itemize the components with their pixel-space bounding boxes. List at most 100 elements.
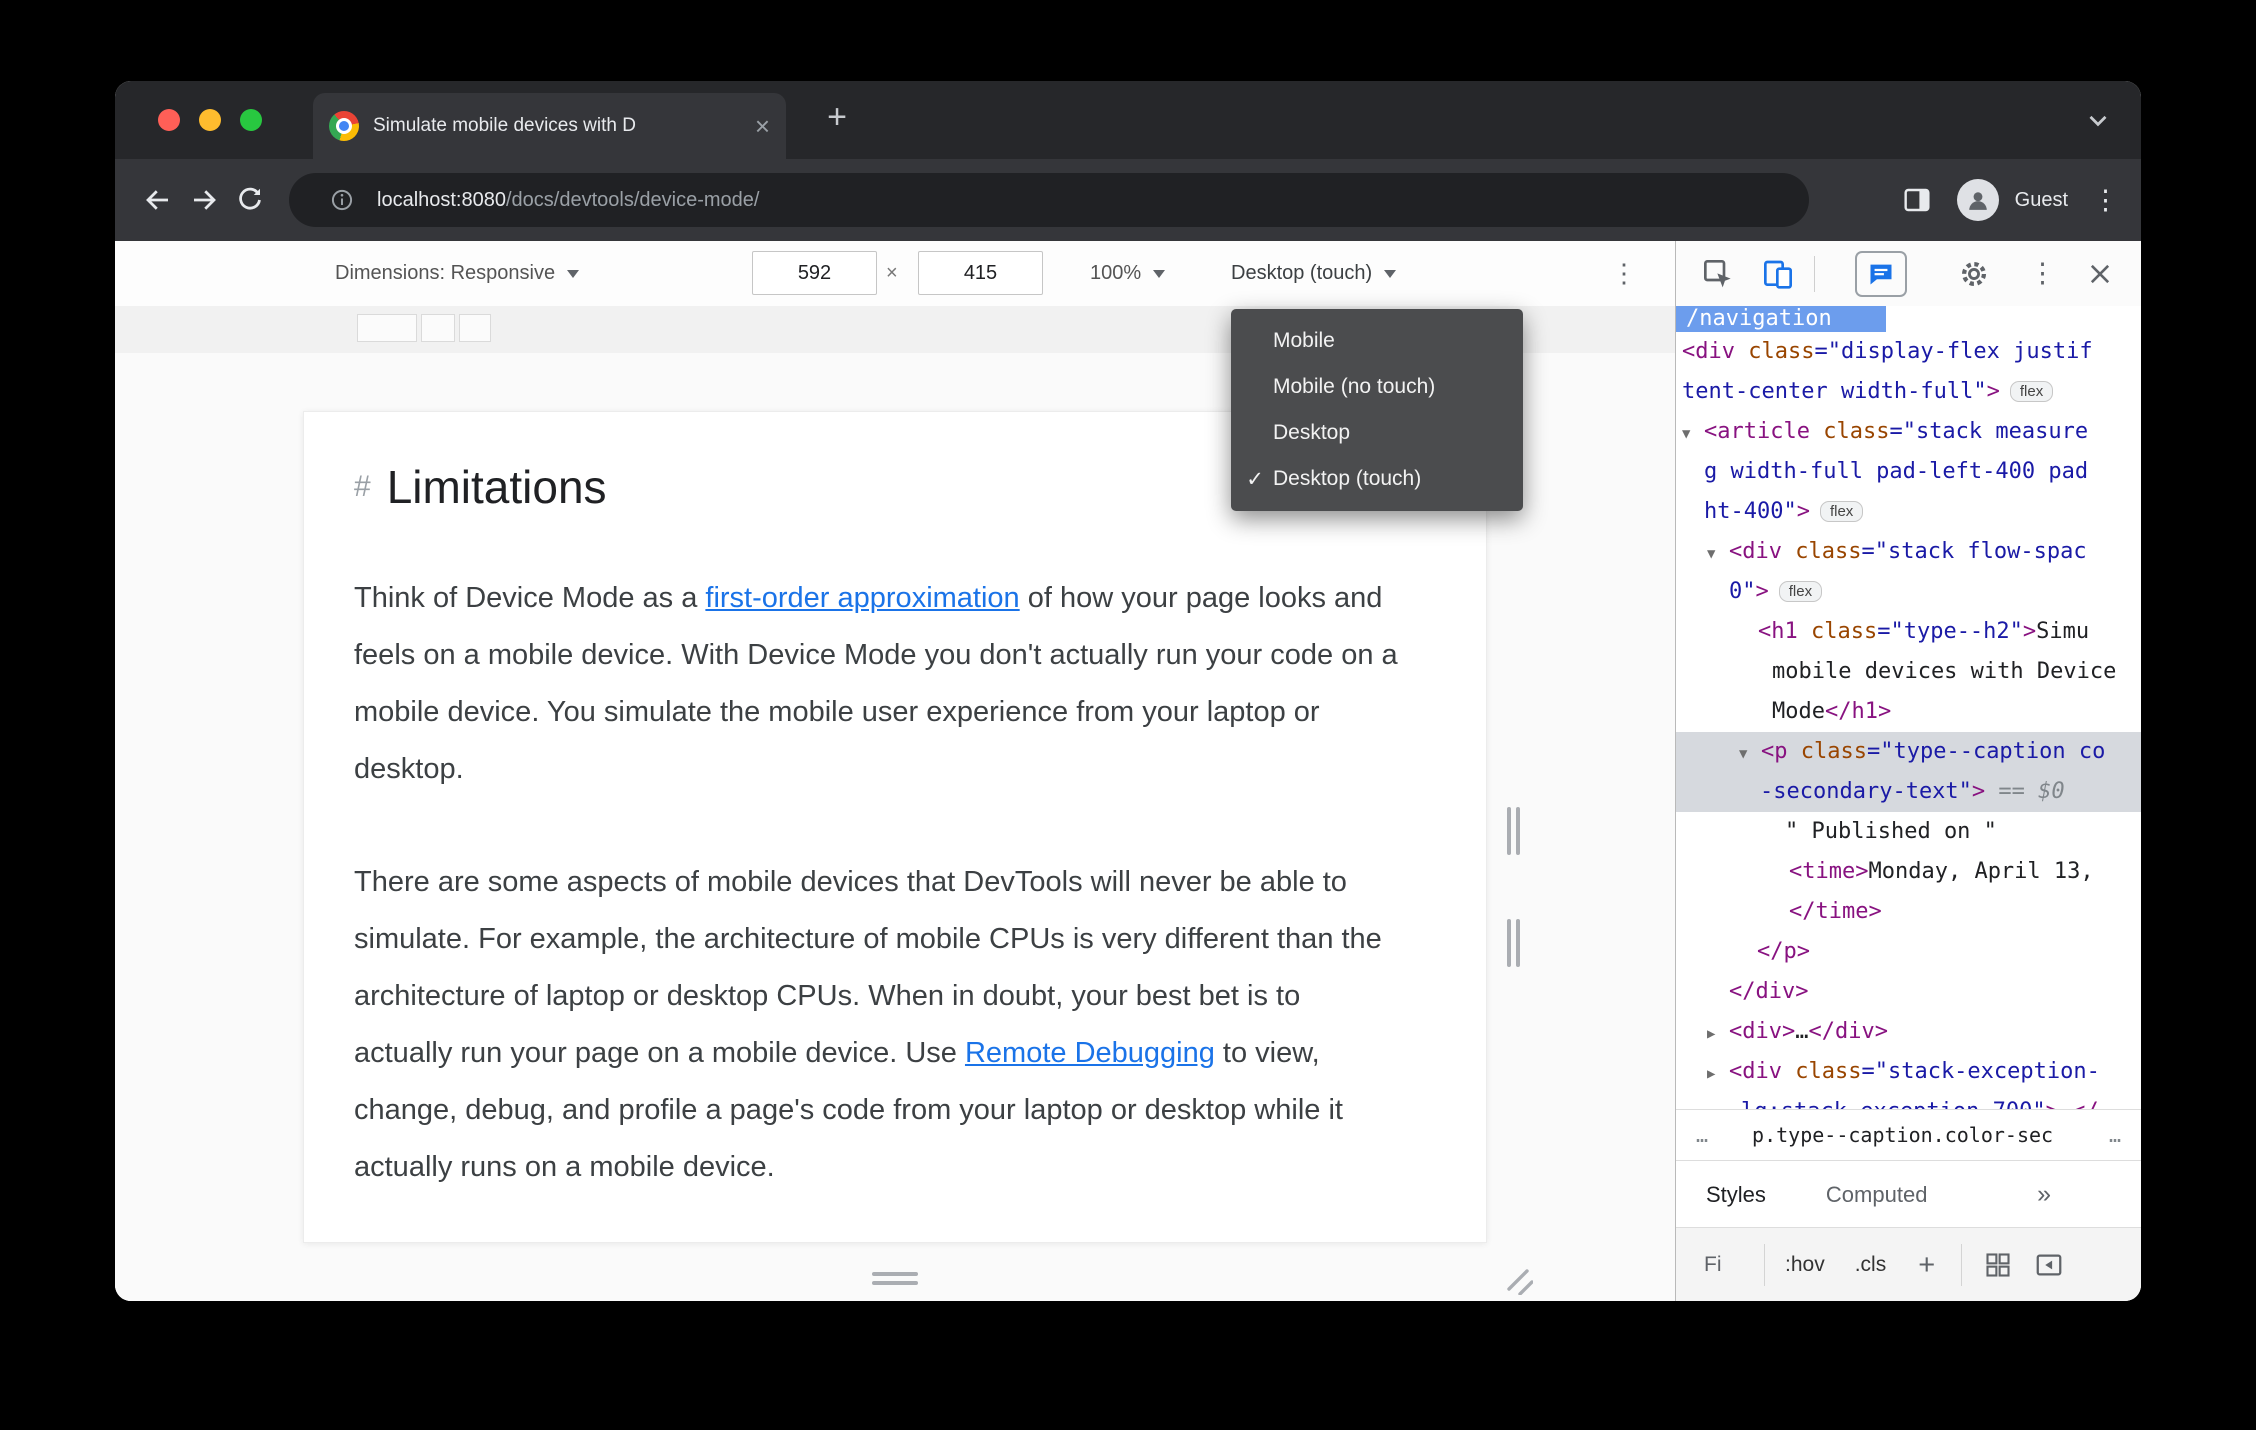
dom-tree-line[interactable]: -secondary-text"> == $0 <box>1676 772 2141 812</box>
screenshot-stage: Simulate mobile devices with D × + local… <box>0 0 2256 1430</box>
devtools-close-icon[interactable] <box>2086 260 2114 288</box>
devtools-panel: ⋮ /navigation <div class="display-flex ju… <box>1676 241 2141 1301</box>
back-button[interactable] <box>135 177 181 223</box>
url-host: localhost:8080 <box>377 188 506 211</box>
first-order-approximation-link[interactable]: first-order approximation <box>705 582 1019 614</box>
toggle-sidebar-icon[interactable] <box>2034 1250 2064 1280</box>
breadcrumb-overflow-left[interactable]: … <box>1696 1123 1708 1147</box>
dom-tree-line[interactable]: tent-center width-full"> flex <box>1676 372 2141 412</box>
browser-menu-icon[interactable]: ⋮ <box>2092 185 2119 216</box>
devtools-toolbar: ⋮ <box>1676 241 2141 307</box>
more-tabs-icon[interactable]: » <box>2037 1180 2051 1209</box>
dom-tree-line[interactable]: ▼ <p class="type--caption co <box>1676 732 2141 772</box>
dom-tree-line[interactable]: " Published on " <box>1676 812 2141 852</box>
browser-toolbar: localhost:8080/docs/devtools/device-mode… <box>115 159 2141 241</box>
code-token: $0 <box>2038 779 2065 804</box>
close-window-button[interactable] <box>158 109 180 131</box>
device-menu-item[interactable]: Desktop <box>1231 410 1523 456</box>
dimensions-select[interactable]: Dimensions: Responsive <box>335 241 580 306</box>
element-classes-button[interactable]: .cls <box>1855 1253 1887 1277</box>
devtools-divider[interactable] <box>1675 241 1676 1301</box>
expand-arrow-icon[interactable]: ▼ <box>1682 414 1704 454</box>
viewport-resize-handle-bottom[interactable] <box>872 1272 918 1286</box>
messages-button[interactable] <box>1855 250 1907 297</box>
inspect-element-icon[interactable] <box>1702 258 1734 290</box>
dom-tree-line[interactable]: ▶ <div class="stack-exception- <box>1676 1052 2141 1092</box>
caret-down-icon <box>1384 269 1397 278</box>
expand-arrow-icon[interactable]: ▶ <box>1707 1054 1729 1094</box>
code-token: ="stack measure <box>1889 419 2089 444</box>
dom-tree-line[interactable]: ▼ <article class="stack measure <box>1676 412 2141 452</box>
code-token: <p <box>1761 739 1801 764</box>
breadcrumb-overflow-right[interactable]: … <box>2109 1123 2121 1147</box>
dom-tree-line[interactable]: /navigation <box>1676 306 2141 332</box>
viewport-height-input[interactable]: 415 <box>918 251 1043 295</box>
tab-styles[interactable]: Styles <box>1706 1182 1766 1208</box>
dom-tree-line[interactable]: Mode</h1> <box>1676 692 2141 732</box>
reload-button[interactable] <box>227 177 273 223</box>
dom-tree-line[interactable]: </p> <box>1676 932 2141 972</box>
settings-gear-icon[interactable] <box>1957 257 1991 291</box>
site-info-icon[interactable] <box>319 177 365 223</box>
dom-tree-line[interactable]: </div> <box>1676 972 2141 1012</box>
code-token: 0" <box>1729 579 1756 604</box>
remote-debugging-link[interactable]: Remote Debugging <box>965 1037 1215 1069</box>
toggle-element-state-button[interactable]: :hov <box>1785 1253 1825 1277</box>
caret-down-icon <box>567 269 580 278</box>
dom-tree-line[interactable]: ▶ <div>…</div> <box>1676 1012 2141 1052</box>
code-token: </time> <box>1789 899 1882 924</box>
browser-tab[interactable]: Simulate mobile devices with D × <box>313 93 786 159</box>
new-tab-button[interactable]: + <box>819 98 855 137</box>
flex-badge[interactable]: flex <box>2009 381 2054 402</box>
dom-tree-line[interactable]: <time>Monday, April 13, <box>1676 852 2141 892</box>
expand-arrow-icon[interactable]: ▼ <box>1739 734 1761 774</box>
viewport-resize-handle-corner[interactable] <box>1505 1267 1534 1300</box>
dom-tree-line[interactable]: mobile devices with Device <box>1676 652 2141 692</box>
address-bar[interactable]: localhost:8080/docs/devtools/device-mode… <box>289 173 1809 227</box>
viewport-resize-handle-right[interactable] <box>1507 919 1523 967</box>
paragraph-2: There are some aspects of mobile devices… <box>354 854 1402 1196</box>
device-menu-item[interactable]: Mobile (no touch) <box>1231 364 1523 410</box>
new-style-rule-button[interactable]: + <box>1918 1249 1935 1282</box>
forward-button[interactable] <box>181 177 227 223</box>
zoom-select[interactable]: 100% <box>1090 241 1166 306</box>
tab-search-chevron-icon[interactable] <box>2083 105 2113 140</box>
dom-tree-line[interactable]: 0"> flex <box>1676 572 2141 612</box>
device-toolbar-toggle-icon[interactable] <box>1762 258 1794 290</box>
dom-tree-line[interactable]: ht-400"> flex <box>1676 492 2141 532</box>
expand-arrow-icon[interactable]: ▼ <box>1707 534 1729 574</box>
code-token: mobile devices with Device <box>1772 659 2117 684</box>
flex-badge[interactable]: flex <box>1819 501 1864 522</box>
styles-filter-input[interactable]: Fi <box>1704 1253 1764 1277</box>
breadcrumb: … p.type--caption.color-sec … <box>1676 1109 2141 1160</box>
dom-tree-line[interactable]: lg:stack-exception-700"> </ <box>1676 1092 2141 1109</box>
device-type-select[interactable]: Desktop (touch) <box>1231 241 1397 306</box>
profile-avatar[interactable] <box>1956 179 1999 221</box>
flex-badge[interactable]: flex <box>1778 581 1823 602</box>
minimize-window-button[interactable] <box>199 109 221 131</box>
code-token: </h1> <box>1824 699 1892 724</box>
dom-tree-line[interactable]: g width-full pad-left-400 pad <box>1676 452 2141 492</box>
breadcrumb-selected-crumb[interactable]: p.type--caption.color-sec <box>1752 1123 2053 1147</box>
grid-icon[interactable] <box>1984 1251 2012 1279</box>
heading-anchor-hash[interactable]: # <box>354 470 371 504</box>
expand-arrow-icon[interactable]: ▶ <box>1707 1014 1729 1054</box>
tab-title: Simulate mobile devices with D <box>373 115 636 136</box>
dom-tree-line[interactable]: </time> <box>1676 892 2141 932</box>
tab-close-icon[interactable]: × <box>755 113 770 139</box>
dom-tree-line[interactable]: <div class="display-flex justif <box>1676 332 2141 372</box>
viewport-width-input[interactable]: 592 <box>752 251 877 295</box>
device-menu-item[interactable]: ✓ Desktop (touch) <box>1231 456 1523 502</box>
code-token: </p> <box>1757 939 1810 964</box>
devtools-menu-icon[interactable]: ⋮ <box>2029 258 2056 289</box>
code-token: class <box>1823 419 1890 444</box>
side-panel-icon[interactable] <box>1901 184 1933 216</box>
device-menu-item[interactable]: Mobile <box>1231 318 1523 364</box>
tab-computed[interactable]: Computed <box>1826 1182 1928 1208</box>
dom-tree-line[interactable]: ▼ <div class="stack flow-spac <box>1676 532 2141 572</box>
toolbar-right-cluster: Guest ⋮ <box>1901 179 2119 221</box>
dom-tree-line[interactable]: <h1 class="type--h2">Simu <box>1676 612 2141 652</box>
device-toolbar-menu-icon[interactable]: ⋮ <box>1611 241 1637 306</box>
fullscreen-window-button[interactable] <box>240 109 262 131</box>
viewport-resize-handle-right[interactable] <box>1507 807 1523 855</box>
